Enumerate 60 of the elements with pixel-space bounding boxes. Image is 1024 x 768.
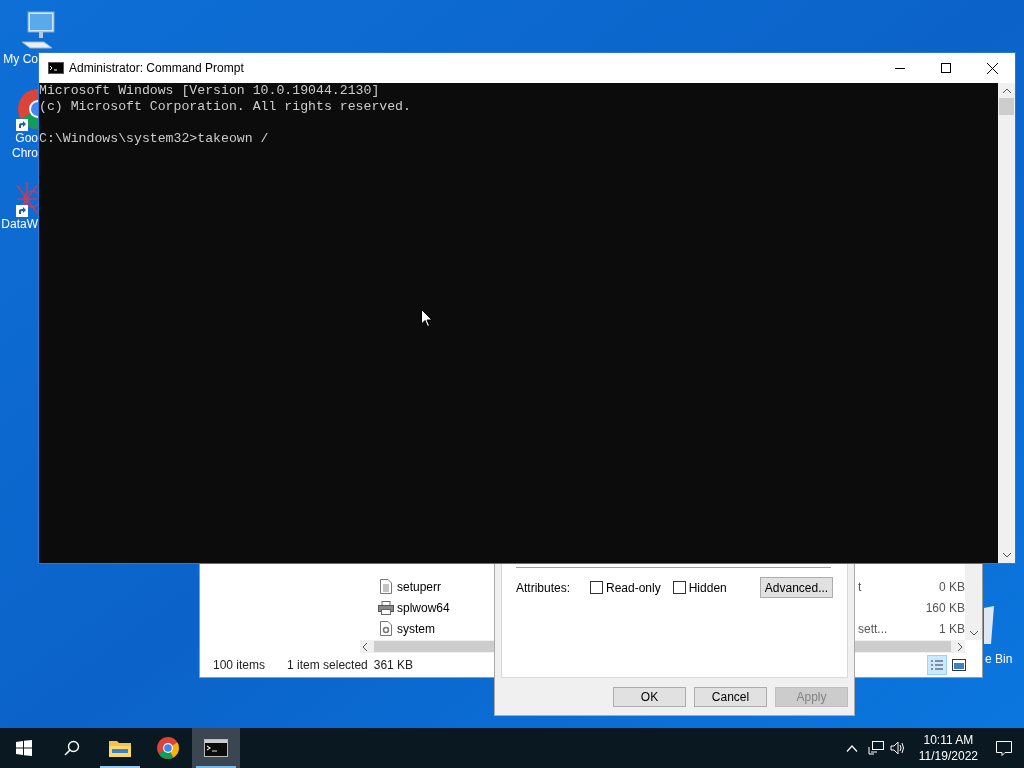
selection-count: 1 item selected	[287, 657, 368, 674]
running-indicator	[100, 766, 140, 768]
taskbar-app[interactable]	[192, 728, 240, 768]
browser-icon	[156, 736, 180, 760]
scroll-thumb[interactable]	[999, 98, 1014, 115]
file-name[interactable]: splwow64	[397, 598, 450, 617]
scroll-down-icon[interactable]	[1002, 553, 1011, 558]
scroll-down-icon[interactable]	[969, 631, 978, 636]
console-text: (c) Microsoft Corporation. All rights reserved.	[39, 99, 412, 115]
console-area[interactable]: Microsoft Windows [Version 10.0.19044.2130] (c) Microsoft Corporation. All rights reserved. C:\Windows\system32>takeown /	[39, 83, 998, 563]
close-icon	[986, 62, 998, 74]
maximize-icon	[941, 63, 951, 73]
file-type: t	[858, 578, 862, 596]
attributes-label: Attributes:	[516, 579, 572, 597]
file-size: 1 KB	[939, 620, 965, 638]
desktop-icon-label[interactable]: DataW	[1, 217, 38, 232]
terminal-icon	[204, 739, 228, 757]
minimize-icon	[895, 67, 905, 69]
mouse-cursor-icon	[421, 309, 433, 328]
list-icon	[930, 659, 944, 671]
desktop-icon-label[interactable]: e Bin	[985, 652, 1013, 667]
document-icon	[380, 579, 392, 594]
console-prompt: C:\Windows\system32>takeown /	[39, 131, 270, 147]
scroll-up-icon[interactable]	[1002, 88, 1011, 93]
checkbox[interactable]	[590, 581, 603, 594]
network-icon[interactable]	[867, 741, 884, 755]
checkbox[interactable]	[672, 581, 686, 594]
file-size: 160 KB	[925, 599, 965, 617]
clock[interactable]: 10:11 AM 11/19/2022	[912, 732, 984, 764]
vertical-scrollbar[interactable]	[998, 83, 1015, 563]
scroll-right-icon[interactable]	[957, 642, 963, 651]
file-type: sett...	[858, 620, 888, 638]
scroll-left-icon[interactable]	[362, 642, 368, 651]
windows-logo-icon	[16, 740, 32, 756]
speech-bubble-icon	[996, 740, 1012, 756]
desktop-icon-label[interactable]: Goo	[15, 131, 38, 146]
dialog-button[interactable]: OK	[613, 687, 686, 707]
console-text: Microsoft Windows [Version 10.0.19044.2130]	[39, 83, 381, 99]
item-count: 100 items	[213, 657, 266, 674]
search-icon	[64, 740, 80, 756]
window-title: Administrator: Command Prompt	[69, 60, 244, 77]
running-indicator	[196, 766, 236, 768]
desktop-icon-label[interactable]: Chro	[12, 146, 38, 161]
desktop-icon-label[interactable]: My Co	[3, 52, 38, 67]
advanced-button[interactable]: Advanced...	[760, 577, 833, 598]
folder-icon	[108, 738, 132, 758]
checkbox-label[interactable]: Read-only	[606, 578, 661, 597]
speaker-icon[interactable]	[889, 741, 905, 755]
file-name[interactable]: system	[397, 619, 435, 638]
dialog-button[interactable]: Cancel	[694, 687, 767, 707]
file-size: 0 KB	[939, 578, 965, 596]
settings-file-icon	[380, 621, 392, 636]
checkbox-label[interactable]: Hidden	[688, 578, 727, 597]
terminal-icon	[48, 62, 64, 74]
printer-icon	[378, 600, 394, 615]
image-icon	[952, 659, 966, 671]
file-name[interactable]: setuperr	[397, 577, 442, 596]
vertical-scrollbar[interactable]	[965, 564, 982, 640]
chevron-up-icon[interactable]	[845, 744, 858, 752]
selection-size: 361 KB	[373, 657, 414, 674]
